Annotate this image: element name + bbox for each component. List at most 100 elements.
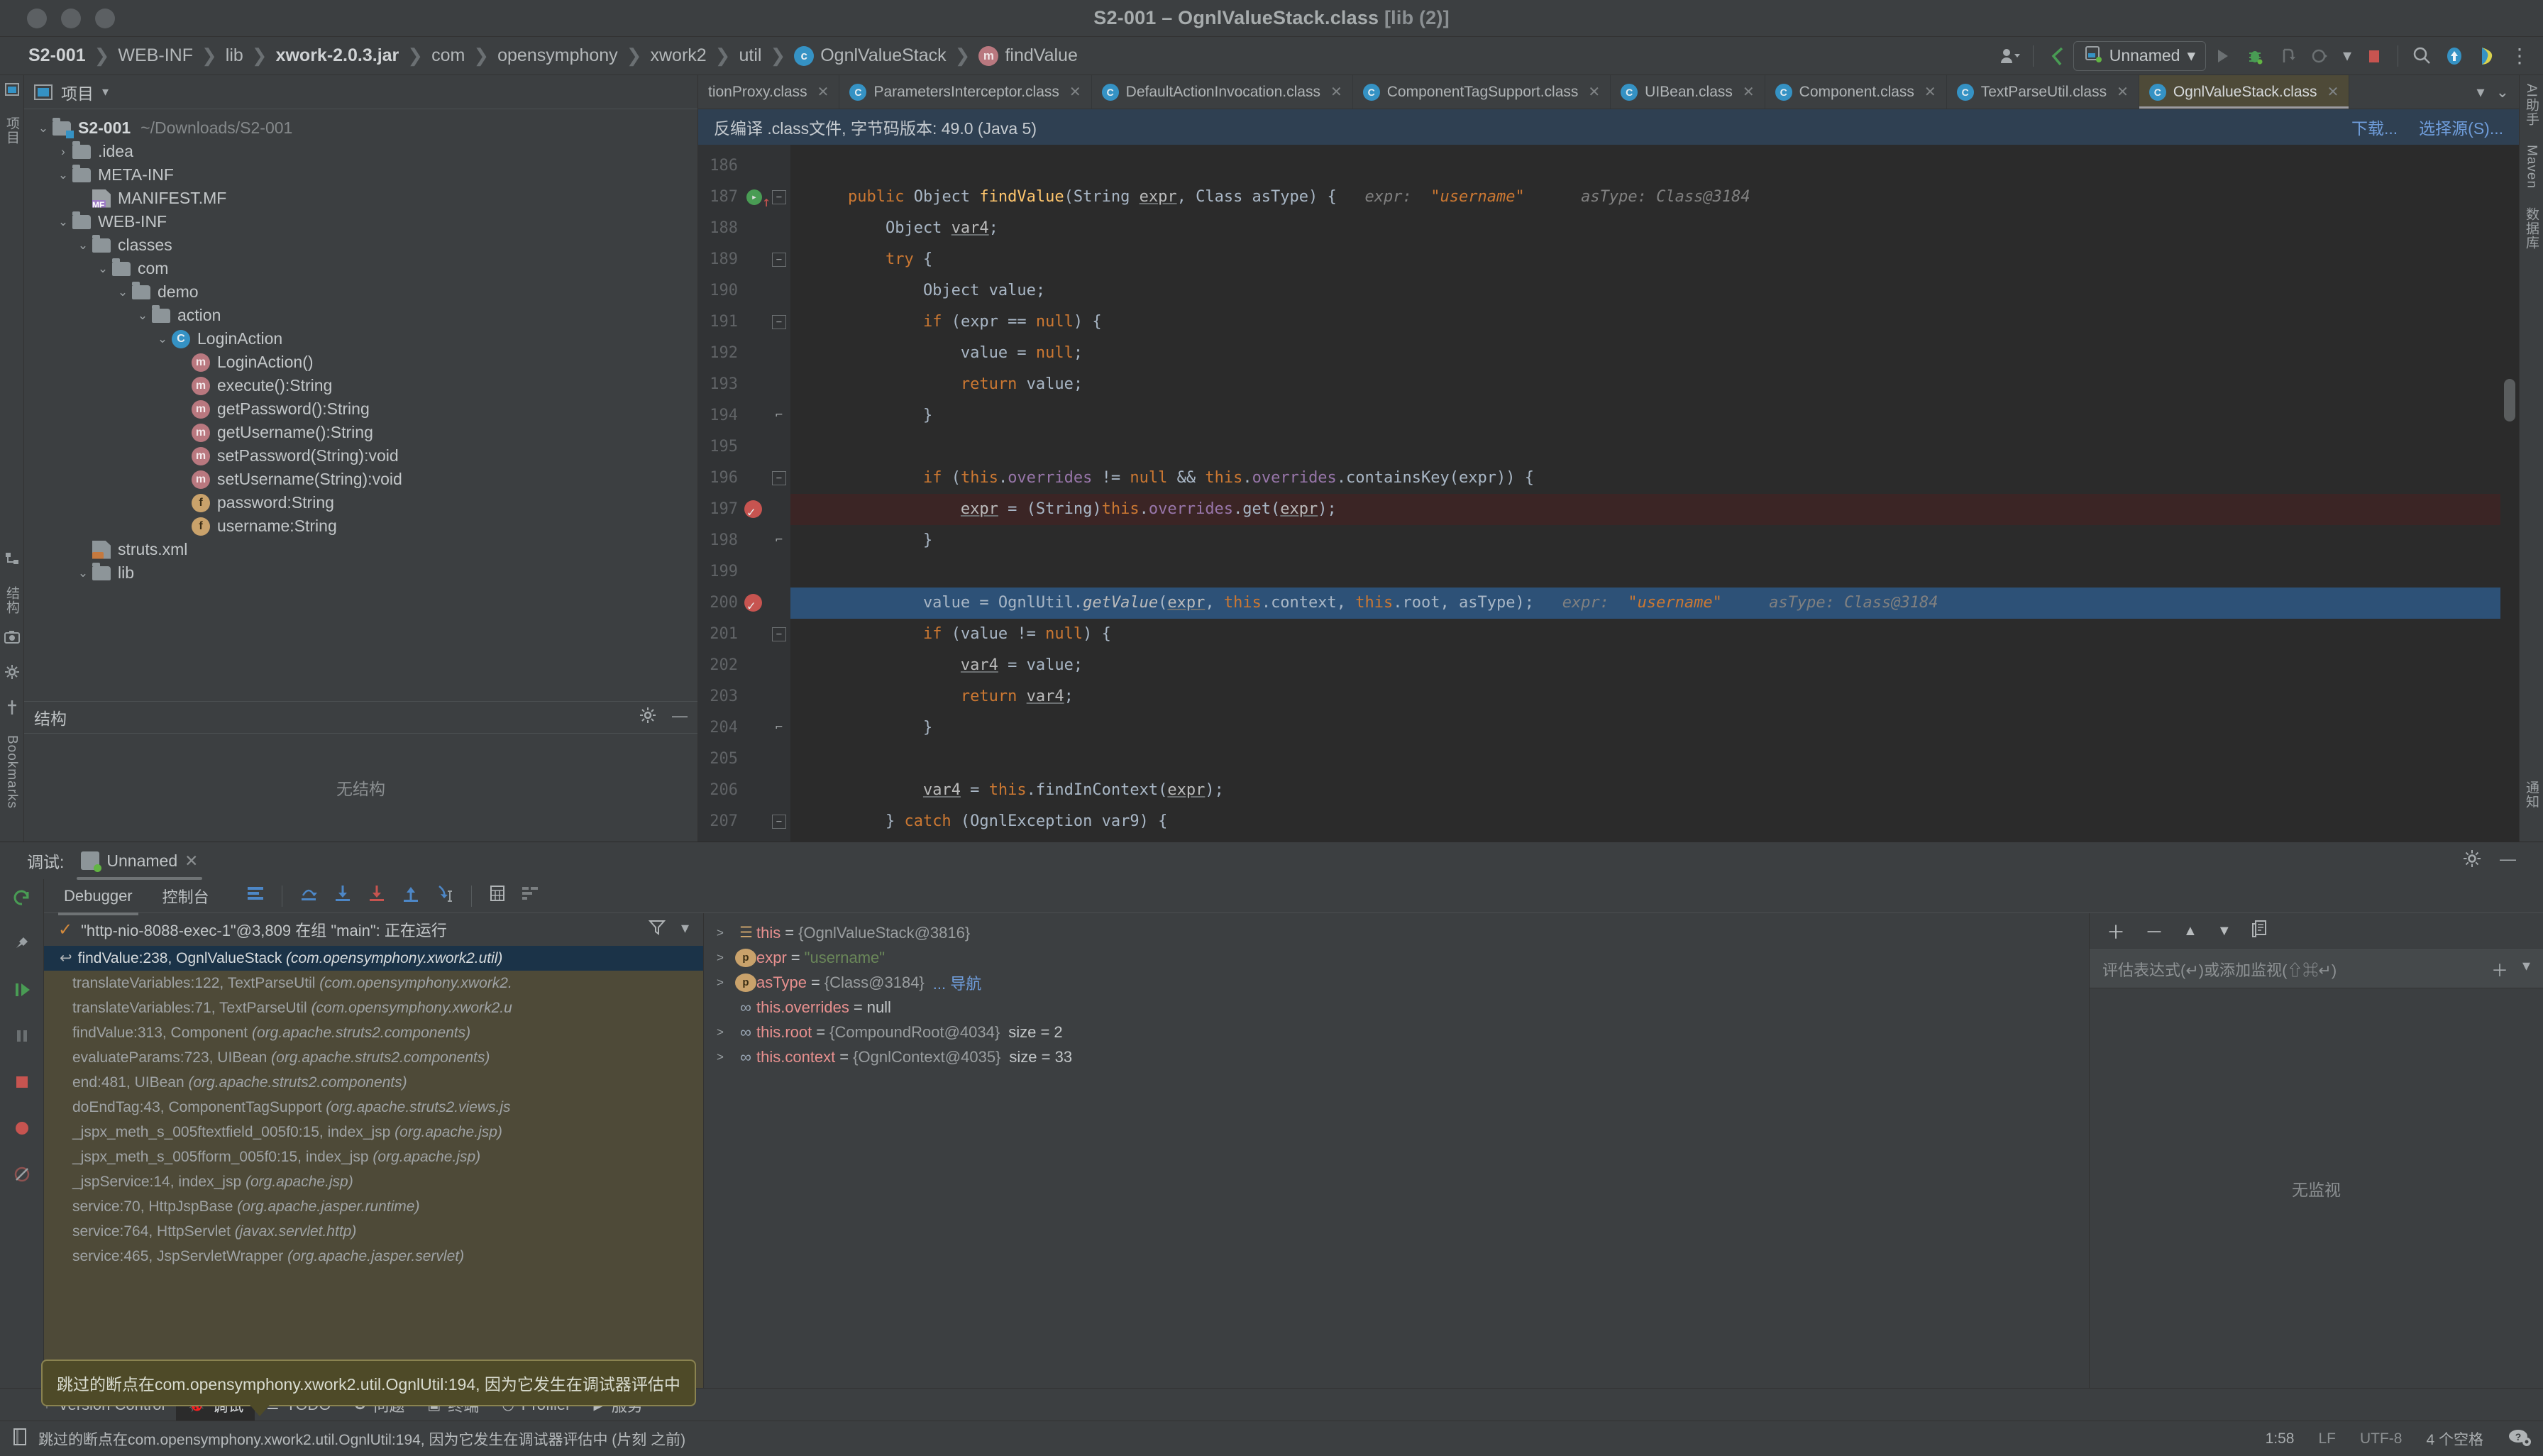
chevron-right-icon[interactable]: > [717,976,735,990]
tree-node[interactable]: ⌄ META-INF [24,163,697,187]
code-line-190[interactable]: Object value; [790,275,2519,307]
fold-end-icon[interactable]: ⌐ [772,534,786,548]
ai-assistant-icon[interactable] [2471,40,2503,72]
stack-frame-row[interactable]: translateVariables:71, TextParseUtil (co… [44,996,703,1020]
tree-node[interactable]: ⌄ WEB-INF [24,210,697,233]
fold-end-icon[interactable]: ⌐ [772,721,786,735]
step-over-icon[interactable] [299,884,318,908]
tree-node[interactable]: m LoginAction() [24,351,697,374]
code-line-201[interactable]: if (value != null) { [790,619,2519,650]
breadcrumb-item-lib[interactable]: lib [219,45,250,66]
gutter-line-199[interactable]: 199 [698,556,790,588]
bookmark-pin-icon[interactable] [5,700,19,719]
stack-frame-row[interactable]: _jspx_meth_s_005ftextfield_005f0:15, ind… [44,1120,703,1145]
stack-frame-row[interactable]: ↩ findValue:238, OgnlValueStack (com.open… [44,946,703,971]
stack-frame-row[interactable]: findValue:313, Component (org.apache.str… [44,1020,703,1045]
stack-frame-row[interactable]: service:465, JspServletWrapper (org.apac… [44,1244,703,1269]
code-line-204[interactable]: } [790,712,2519,744]
download-sources-link[interactable]: 下载... [2351,115,2398,139]
variable-navigate-link[interactable]: ... 导航 [933,971,981,994]
tree-node[interactable]: › .idea [24,140,697,163]
tree-node[interactable]: f password:String [24,491,697,514]
code-line-194[interactable]: } [790,400,2519,431]
account-icon[interactable] [1993,40,2026,72]
mute-breakpoints-icon[interactable] [12,934,32,959]
add-watch-icon[interactable]: ＋ [2107,918,2125,944]
more-tabs-icon[interactable]: ⌄ [2496,83,2509,101]
settings-icon[interactable] [2463,849,2481,872]
tree-node[interactable]: ⌄ action [24,304,697,327]
back-arrow-icon[interactable] [2041,40,2073,72]
gutter-line-206[interactable]: 206 [698,775,790,806]
pause-icon[interactable] [12,1026,32,1051]
editor-tab-parametersinterceptor-class[interactable]: C ParametersInterceptor.class ✕ [839,75,1092,109]
tree-node[interactable]: m setUsername(String):void [24,468,697,491]
chevron-down-icon[interactable]: ⌄ [54,215,72,229]
gutter-line-208[interactable]: 208 [698,837,790,842]
breadcrumb-item-util[interactable]: util [732,45,768,66]
run-to-cursor-icon[interactable] [436,884,454,908]
gutter-line-192[interactable]: 192 [698,338,790,369]
code-line-186[interactable] [790,150,2519,182]
rerun-icon[interactable] [12,888,32,912]
tab-console[interactable]: 控制台 [157,882,215,910]
gutter-line-201[interactable]: 201 − [698,619,790,650]
move-down-icon[interactable]: ▼ [2217,923,2232,939]
tree-node[interactable]: ⌄ demo [24,280,697,304]
structure-strip-icon[interactable] [4,551,20,570]
breadcrumb-item-s2-001[interactable]: S2-001 [21,45,93,66]
editor-tab-defaultactioninvocation-class[interactable]: C DefaultActionInvocation.class ✕ [1092,75,1353,109]
left-strip-project-label[interactable]: 项目 [2,116,21,145]
tree-node[interactable]: f username:String [24,514,697,538]
breadcrumb-item-opensymphony[interactable]: opensymphony [490,45,625,66]
add-watch-inline-icon[interactable]: ＋ [2491,956,2508,981]
tree-node[interactable]: ⌄ com [24,257,697,280]
stack-frame-row[interactable]: service:70, HttpJspBase (org.apache.jasp… [44,1194,703,1219]
editor-tab-componenttagsupport-class[interactable]: C ComponentTagSupport.class ✕ [1353,75,1611,109]
gutter-line-195[interactable]: 195 [698,431,790,463]
chevron-down-icon[interactable]: ▾ [102,84,109,99]
code-line-187[interactable]: public Object findValue(String expr, Cla… [790,182,2519,213]
chevron-right-icon[interactable]: › [54,145,72,159]
tab-debugger[interactable]: Debugger [58,884,138,915]
gutter-line-200[interactable]: 200 [698,588,790,622]
code-line-200[interactable]: value = OgnlUtil.getValue(expr, this.con… [790,588,2519,619]
search-icon[interactable] [2405,40,2438,72]
file-encoding[interactable]: UTF-8 [2360,1430,2403,1447]
gutter-line-190[interactable]: 190 [698,275,790,307]
code-line-208[interactable]: var4 = this.findInContext(expr); [790,837,2519,842]
gutter-line-196[interactable]: 196 − [698,463,790,494]
fold-collapse-icon[interactable]: − [772,253,786,267]
code-line-207[interactable]: } catch (OgnlException var9) { [790,806,2519,837]
chevron-right-icon[interactable]: > [717,1025,735,1039]
fold-collapse-icon[interactable]: − [772,315,786,329]
gutter-line-207[interactable]: 207 − [698,806,790,837]
chevron-down-icon[interactable]: ⌄ [74,566,92,580]
code-line-196[interactable]: if (this.overrides != null && this.overr… [790,463,2519,494]
tree-node[interactable]: m getPassword():String [24,397,697,421]
breadcrumb-item-com[interactable]: com [424,45,472,66]
status-message-icon[interactable] [11,1428,28,1450]
tree-node[interactable]: ⌄ lib [24,561,697,585]
tree-node[interactable]: m execute():String [24,374,697,397]
chevron-down-icon[interactable]: ⌄ [133,309,152,323]
help-icon[interactable]: ? [2508,1427,2532,1451]
minimize-icon[interactable]: — [672,707,688,728]
gutter-line-189[interactable]: 189 − [698,244,790,275]
chevron-down-icon[interactable]: ⌄ [34,121,53,136]
gutter-line-187[interactable]: 187 ▸ ↑ − [698,182,790,213]
chevron-down-icon[interactable]: ▾ [2187,46,2195,65]
fold-collapse-icon[interactable]: − [772,471,786,485]
fold-collapse-icon[interactable]: − [772,815,786,829]
chevron-down-icon[interactable]: ▾ [2477,83,2485,101]
frames-list[interactable]: ↩ findValue:238, OgnlValueStack (com.open… [44,946,703,1388]
right-strip-maven-label[interactable]: Maven [2524,145,2539,189]
breakpoint-icon[interactable] [744,497,762,528]
fold-end-icon[interactable]: ⌐ [772,409,786,423]
code-line-199[interactable] [790,556,2519,588]
code-line-205[interactable] [790,744,2519,775]
stack-frame-row[interactable]: _jspService:14, index_jsp (org.apache.js… [44,1169,703,1194]
stop-icon[interactable] [12,1072,32,1097]
code-line-206[interactable]: var4 = this.findInContext(expr); [790,775,2519,806]
gear-icon[interactable] [639,707,656,728]
